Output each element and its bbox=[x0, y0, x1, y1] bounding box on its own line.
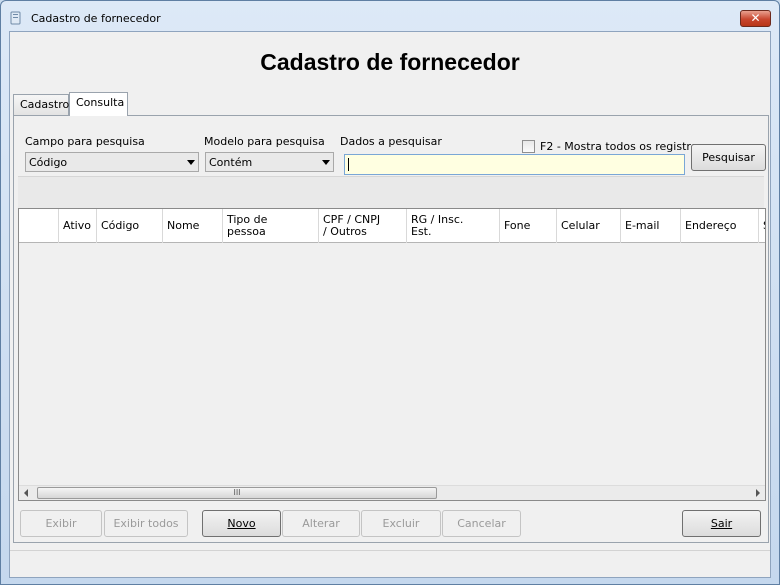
tab-cadastro-label: Cadastro bbox=[20, 98, 70, 111]
column-header-fone[interactable]: Fone bbox=[500, 209, 557, 243]
column-header-codigo[interactable]: Código bbox=[97, 209, 163, 243]
search-field-value: Código bbox=[29, 156, 68, 169]
search-model-select[interactable]: Contém bbox=[205, 152, 334, 172]
column-header-partial[interactable]: S bbox=[759, 209, 765, 243]
scroll-right-icon[interactable] bbox=[756, 489, 760, 497]
column-header-endereco[interactable]: Endereço bbox=[681, 209, 759, 243]
exibir-todos-button-label: Exibir todos bbox=[113, 517, 179, 530]
close-icon: ✕ bbox=[750, 11, 761, 25]
search-model-label: Modelo para pesquisa bbox=[204, 135, 325, 148]
page-title: Cadastro de fornecedor bbox=[260, 49, 520, 75]
tab-consulta[interactable]: Consulta bbox=[69, 92, 128, 116]
novo-button[interactable]: Novo bbox=[202, 510, 281, 537]
window-title: Cadastro de fornecedor bbox=[31, 12, 161, 25]
column-header-celular[interactable]: Celular bbox=[557, 209, 621, 243]
column-header-rg-insc[interactable]: RG / Insc. Est. bbox=[407, 209, 500, 243]
search-field-select[interactable]: Código bbox=[25, 152, 199, 172]
search-model-value: Contém bbox=[209, 156, 253, 169]
search-data-input[interactable] bbox=[344, 154, 685, 175]
grid-header: Ativo Código Nome Tipo de pessoa CPF / C… bbox=[19, 209, 765, 243]
column-header-cpf-cnpj[interactable]: CPF / CNPJ / Outros bbox=[319, 209, 407, 243]
scroll-left-icon[interactable] bbox=[24, 489, 28, 497]
search-area: Campo para pesquisa Código Modelo para p… bbox=[18, 122, 766, 175]
show-all-label: F2 - Mostra todos os registros bbox=[540, 140, 704, 153]
exibir-button-label: Exibir bbox=[45, 517, 77, 530]
alterar-button[interactable]: Alterar bbox=[282, 510, 360, 537]
sair-button-label: Sair bbox=[710, 517, 733, 530]
close-button[interactable]: ✕ bbox=[740, 10, 771, 27]
chevron-down-icon bbox=[187, 160, 195, 165]
show-all-checkbox[interactable] bbox=[522, 140, 535, 153]
column-header-nome[interactable]: Nome bbox=[163, 209, 223, 243]
scroll-grip-icon: III bbox=[233, 488, 241, 497]
app-window: Cadastro de fornecedor ✕ Cadastro de for… bbox=[0, 0, 780, 585]
horizontal-scrollbar[interactable]: III bbox=[19, 485, 765, 500]
tab-consulta-label: Consulta bbox=[76, 96, 125, 109]
sair-button[interactable]: Sair bbox=[682, 510, 761, 537]
chevron-down-icon bbox=[322, 160, 330, 165]
exibir-button[interactable]: Exibir bbox=[20, 510, 102, 537]
results-grid[interactable]: Ativo Código Nome Tipo de pessoa CPF / C… bbox=[18, 208, 766, 501]
title-bar[interactable]: Cadastro de fornecedor ✕ bbox=[1, 1, 779, 33]
divider-band bbox=[18, 176, 764, 208]
scroll-thumb[interactable]: III bbox=[37, 487, 437, 499]
tab-cadastro[interactable]: Cadastro bbox=[13, 94, 69, 115]
cancelar-button[interactable]: Cancelar bbox=[442, 510, 521, 537]
search-button[interactable]: Pesquisar bbox=[691, 144, 766, 171]
column-header-tipo-pessoa[interactable]: Tipo de pessoa bbox=[223, 209, 319, 243]
client-area: Cadastro de fornecedor Cadastro Consulta… bbox=[9, 31, 771, 578]
app-icon bbox=[10, 11, 21, 25]
consulta-panel: Campo para pesquisa Código Modelo para p… bbox=[13, 115, 769, 543]
column-header-email[interactable]: E-mail bbox=[621, 209, 681, 243]
novo-button-label: Novo bbox=[227, 517, 256, 530]
column-header-ativo[interactable]: Ativo bbox=[59, 209, 97, 243]
cancelar-button-label: Cancelar bbox=[457, 517, 506, 530]
excluir-button-label: Excluir bbox=[382, 517, 420, 530]
alterar-button-label: Alterar bbox=[302, 517, 340, 530]
text-caret bbox=[348, 158, 349, 171]
search-field-label: Campo para pesquisa bbox=[25, 135, 145, 148]
search-button-label: Pesquisar bbox=[702, 151, 755, 164]
column-header-selector[interactable] bbox=[19, 209, 59, 243]
status-bar bbox=[10, 550, 770, 577]
exibir-todos-button[interactable]: Exibir todos bbox=[104, 510, 188, 537]
search-data-label: Dados a pesquisar bbox=[340, 135, 442, 148]
excluir-button[interactable]: Excluir bbox=[361, 510, 441, 537]
